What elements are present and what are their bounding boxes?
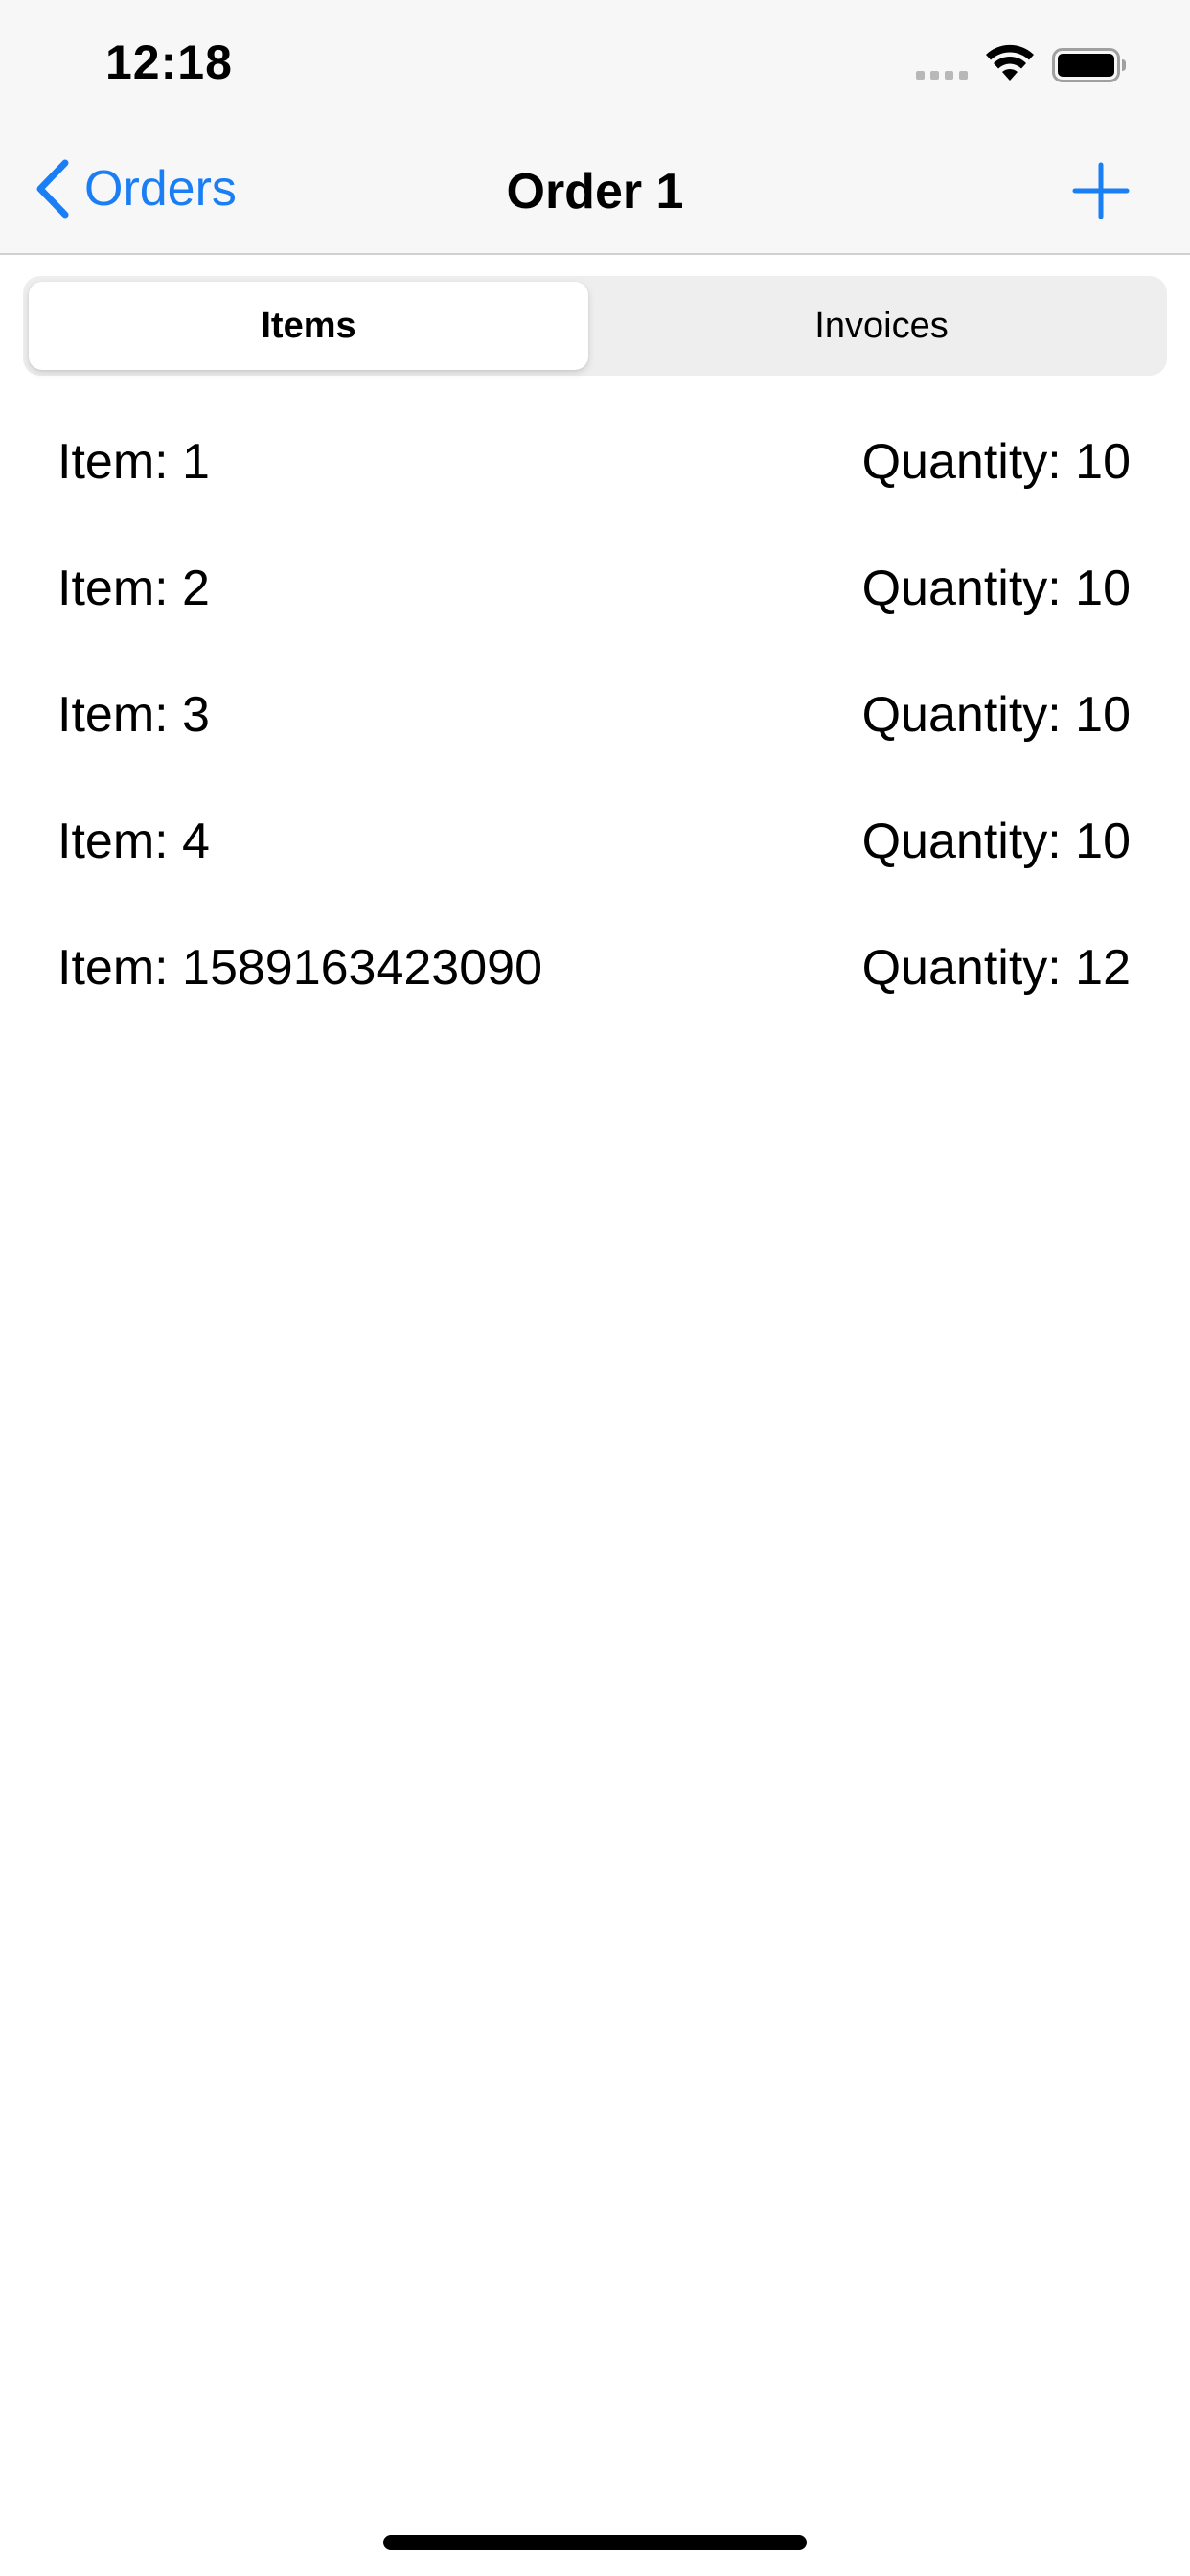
list-item[interactable]: Item: 4 Quantity: 10 [0,778,1190,905]
cellular-signal-icon [916,71,968,80]
item-quantity: Quantity: 10 [861,434,1131,490]
list-item[interactable]: Item: 3 Quantity: 10 [0,652,1190,778]
page-title: Order 1 [506,164,684,219]
segmented-control: Items Invoices [23,276,1167,376]
item-name: Item: 1589163423090 [57,940,542,996]
item-name: Item: 1 [57,434,210,490]
item-quantity: Quantity: 12 [861,940,1131,996]
wifi-icon [986,44,1034,80]
list-item[interactable]: Item: 2 Quantity: 10 [0,525,1190,652]
item-list: Item: 1 Quantity: 10 Item: 2 Quantity: 1… [0,399,1190,1031]
order-detail-screen: 12:18 Orders Order 1 Items Invoices Item… [0,0,1190,2576]
home-indicator[interactable] [383,2535,807,2550]
item-quantity: Quantity: 10 [861,561,1131,616]
item-quantity: Quantity: 10 [861,814,1131,869]
item-name: Item: 4 [57,814,210,869]
list-item[interactable]: Item: 1 Quantity: 10 [0,399,1190,525]
plus-icon[interactable] [1071,161,1131,220]
item-quantity: Quantity: 10 [861,687,1131,743]
status-time: 12:18 [105,35,233,89]
status-bar: 12:18 [0,0,1190,126]
battery-icon [1052,48,1126,82]
navigation-bar: Orders Order 1 [0,126,1190,255]
list-item[interactable]: Item: 1589163423090 Quantity: 12 [0,905,1190,1031]
tab-invoices[interactable]: Invoices [602,282,1161,370]
item-name: Item: 3 [57,687,210,743]
item-name: Item: 2 [57,561,210,616]
tab-items[interactable]: Items [29,282,588,370]
